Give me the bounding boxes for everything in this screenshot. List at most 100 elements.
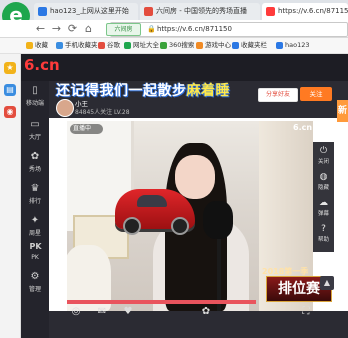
bookmark-icon <box>26 41 33 49</box>
nav-label: 秀场 <box>28 166 41 173</box>
nav-item-admin[interactable]: ⚙ 管理 <box>21 271 49 293</box>
bookmarks-bar: 收藏 手机收藏夹 谷歌 网址大全 360搜索 游戏中心 收藏夹栏 hao123 <box>0 38 348 54</box>
bookmark-icon <box>124 41 131 49</box>
bookmark-label: 手机收藏夹 <box>65 41 98 49</box>
video-streamer-face <box>175 155 215 199</box>
close-panel-button[interactable]: ⏻ 关闭 <box>313 146 334 165</box>
panel-label: 关闭 <box>317 159 329 165</box>
camera-icon[interactable]: ◎ <box>70 306 82 318</box>
scrolling-banner: 还记得我们一起散步麻着睡 <box>56 80 230 100</box>
nav-item-hall[interactable]: ▭ 大厅 <box>21 119 49 141</box>
heart-icon[interactable]: ♥ <box>122 306 134 318</box>
panel-label: 弹幕 <box>317 211 329 217</box>
nav-item-show[interactable]: ✿ 秀场 <box>21 151 49 173</box>
tab-label: https://v.6.cn/871150 <box>278 7 348 15</box>
nav-item-rank[interactable]: ♛ 排行 <box>21 183 49 205</box>
power-icon: ⏻ <box>319 146 328 156</box>
tab-hao123[interactable]: hao123_上网从这里开始 <box>34 3 138 20</box>
pk-icon: PK <box>29 242 42 251</box>
gift-icon[interactable]: ✉ <box>96 306 108 318</box>
site-header <box>21 54 348 81</box>
star-icon[interactable]: ★ <box>4 62 16 74</box>
fullscreen-icon[interactable]: ⛶ <box>300 306 312 318</box>
refresh-icon[interactable]: ⟳ <box>66 22 79 35</box>
tab-favicon-icon <box>144 6 153 16</box>
tab-favicon-icon <box>266 6 275 16</box>
bookmark-item[interactable]: 收藏 <box>26 38 48 53</box>
hide-panel-button[interactable]: ◍ 隐藏 <box>313 172 334 191</box>
room-stats: 84845人关注 LV.28 <box>75 109 130 116</box>
bookmark-panel-icon[interactable]: ▤ <box>4 84 16 96</box>
nav-label: 排行 <box>28 198 41 205</box>
bookmark-item[interactable]: 手机收藏夹 <box>56 38 98 53</box>
share-button[interactable]: 分享好友 <box>258 88 298 102</box>
danmaku-button[interactable]: ☁ 弹幕 <box>313 198 334 217</box>
gear-icon: ⚙ <box>30 271 40 282</box>
bookmark-item[interactable]: hao123 <box>276 38 310 53</box>
bookmark-label: 360搜索 <box>169 41 195 49</box>
flower-icon: ✿ <box>30 151 40 162</box>
nav-label: 移动端 <box>25 100 44 107</box>
microphone-icon <box>203 201 233 239</box>
banner-highlight: 麻着睡 <box>186 83 230 99</box>
nav-item-weekstar[interactable]: ✦ 周星 <box>21 215 49 237</box>
bookmark-icon <box>276 41 283 49</box>
tab-6cn-room[interactable]: https://v.6.cn/871150 <box>262 3 348 20</box>
bookmark-icon <box>160 41 167 49</box>
bookmark-label: hao123 <box>285 41 310 49</box>
nav-label: PK <box>31 254 39 261</box>
bookmark-icon <box>232 41 239 49</box>
nav-item-mobile[interactable]: ▯ 移动端 <box>21 85 49 107</box>
mobile-icon: ▯ <box>32 85 38 96</box>
help-icon: ? <box>321 224 326 234</box>
nav-item-pk[interactable]: PK PK <box>21 241 49 261</box>
follow-button[interactable]: 关注 <box>300 87 332 101</box>
nav-label: 大厅 <box>28 134 41 141</box>
live-badge: 直播中 <box>70 124 103 134</box>
weibo-icon[interactable]: ◉ <box>4 106 16 118</box>
bookmark-icon <box>196 41 203 49</box>
address-text: https://v.6.cn/871150 <box>157 25 232 33</box>
side-peek-tab[interactable]: 新 <box>337 100 348 122</box>
banner-text: 还记得我们一起散步 <box>56 83 187 99</box>
cloud-icon: ☁ <box>319 198 328 208</box>
lock-icon: 🔒 <box>147 25 156 33</box>
mode-badge[interactable]: 六间房 <box>106 23 141 36</box>
bookmark-label: 网址大全 <box>133 41 159 49</box>
tab-6cn-home[interactable]: 六间房 - 中国领先的秀场直播 <box>140 3 260 20</box>
bookmark-label: 谷歌 <box>107 41 120 49</box>
crown-icon: ♛ <box>30 183 40 194</box>
address-bar[interactable]: 🔒 https://v.6.cn/871150 <box>110 22 348 37</box>
panel-label: 隐藏 <box>317 185 329 191</box>
bookmark-item[interactable]: 收藏夹栏 <box>232 38 267 53</box>
bookmark-item[interactable]: 360搜索 <box>160 38 194 53</box>
home-icon[interactable]: ⌂ <box>82 22 95 35</box>
flower-icon[interactable]: ✿ <box>200 306 212 318</box>
bookmark-label: 游戏中心 <box>205 41 231 49</box>
progress-bar <box>67 300 256 304</box>
hall-icon: ▭ <box>30 119 40 130</box>
star-icon: ✦ <box>30 215 40 226</box>
tab-favicon-icon <box>38 6 47 16</box>
help-button[interactable]: ? 帮助 <box>313 224 334 243</box>
tab-label: 六间房 - 中国领先的秀场直播 <box>156 7 247 15</box>
nav-label: 周星 <box>28 230 41 237</box>
scroll-top-button[interactable]: ▲ <box>320 276 334 290</box>
bookmark-label: 收藏夹栏 <box>241 41 267 49</box>
site-logo[interactable]: 6.cn <box>24 55 60 75</box>
eye-icon: ◍ <box>319 172 328 182</box>
bookmark-item[interactable]: 网址大全 <box>124 38 159 53</box>
nav-label: 管理 <box>28 286 41 293</box>
back-icon[interactable]: ← <box>34 22 47 35</box>
panel-label: 帮助 <box>317 237 329 243</box>
browser-sidebar: ★ ▤ ◉ <box>0 54 21 338</box>
tab-label: hao123_上网从这里开始 <box>50 7 129 15</box>
bookmark-item[interactable]: 游戏中心 <box>196 38 231 53</box>
bookmark-icon <box>56 41 63 49</box>
bookmark-icon <box>98 41 105 49</box>
bookmark-item[interactable]: 谷歌 <box>98 38 120 53</box>
video-watermark-logo: 6.cn <box>293 123 313 132</box>
avatar[interactable] <box>56 99 74 117</box>
site-nav: ▯ 移动端 ▭ 大厅 ✿ 秀场 ♛ 排行 ✦ 周星 PK PK ⚙ 管理 <box>21 81 49 338</box>
forward-icon[interactable]: → <box>50 22 63 35</box>
